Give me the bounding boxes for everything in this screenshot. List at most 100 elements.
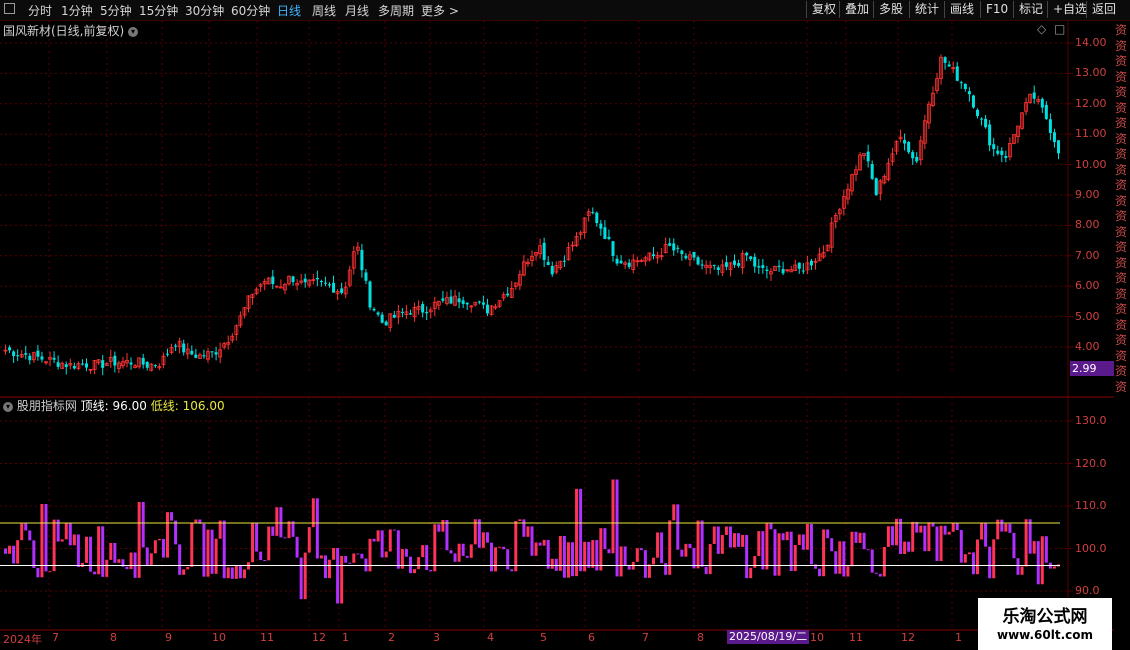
side-strip-char: 资 [1115, 116, 1128, 130]
osc-bar [769, 523, 773, 530]
period-1[interactable]: 1分钟 [61, 2, 93, 19]
candle-body [680, 250, 684, 255]
candle-body [757, 266, 761, 268]
toolbar-button-3[interactable]: 统计 [909, 1, 944, 18]
candle-body [947, 64, 951, 67]
top-line-value: 96.00 [112, 399, 147, 413]
period-6[interactable]: 日线 [277, 2, 301, 19]
osc-bar [295, 536, 299, 558]
osc-bar [660, 532, 664, 564]
osc-bar [498, 546, 502, 548]
osc-bar [959, 530, 963, 563]
date-label: 9 [165, 631, 172, 644]
date-label: 7 [52, 631, 59, 644]
osc-bar [546, 539, 550, 569]
side-strip-char: 资 [1115, 209, 1128, 223]
toolbar-button-0[interactable]: 复权 [806, 1, 841, 18]
candle-body [202, 355, 206, 357]
side-strip-char: 资 [1115, 54, 1128, 68]
side-strip-char: 资 [1115, 38, 1128, 53]
period-4[interactable]: 30分钟 [185, 2, 224, 19]
period-7[interactable]: 周线 [312, 2, 336, 19]
osc-bar [465, 555, 469, 558]
osc-bar [85, 536, 88, 563]
candle-body [749, 256, 753, 260]
period-2[interactable]: 5分钟 [100, 2, 132, 19]
diamond-icon[interactable]: ◇ [1037, 22, 1046, 36]
osc-bar [566, 542, 570, 578]
price-tick-label: 5.00 [1075, 309, 1100, 323]
osc-bar [319, 555, 323, 559]
osc-bar [287, 521, 291, 539]
osc-bar [1032, 541, 1036, 554]
osc-bar [8, 545, 12, 554]
osc-bar [210, 529, 214, 574]
layout-square-icon[interactable] [4, 3, 15, 14]
candle-body [1057, 140, 1060, 154]
minimize-icon[interactable]: □ [1054, 22, 1065, 36]
period-0[interactable]: 分时 [28, 2, 52, 19]
osc-bar [506, 549, 510, 570]
osc-bar [716, 526, 720, 554]
osc-bar [688, 543, 692, 549]
side-strip-char: 资 [1115, 333, 1128, 347]
date-label: 12 [901, 631, 915, 644]
osc-bar [870, 549, 874, 573]
toolbar-button-4[interactable]: 画线 [944, 1, 979, 18]
osc-bar [935, 526, 939, 562]
osc-bar [890, 526, 894, 546]
osc-bar [919, 525, 923, 533]
osc-bar [1028, 519, 1032, 554]
toolbar-button-5[interactable]: F10 [980, 1, 1013, 18]
candle-body [777, 265, 781, 268]
candle-body [955, 66, 959, 81]
toolbar-button-1[interactable]: 叠加 [839, 1, 874, 18]
cursor-date-tag: 2025/08/19/二 [727, 630, 810, 644]
candle-body [449, 296, 453, 304]
candle-body [16, 355, 20, 357]
osc-bar [676, 504, 680, 550]
osc-bar [518, 519, 522, 522]
osc-bar [234, 564, 238, 579]
osc-bar [652, 557, 655, 565]
osc-bar [170, 512, 174, 521]
osc-bar [834, 551, 838, 574]
osc-bar [275, 507, 279, 536]
toolbar-button-8[interactable]: 返回 [1086, 1, 1121, 18]
side-strip-char: 资 [1115, 23, 1128, 37]
osc-bar [886, 526, 890, 547]
candle-body [903, 140, 907, 144]
osc-bar [619, 546, 623, 577]
osc-bar [64, 523, 68, 540]
osc-bar [761, 531, 765, 570]
candle-body [971, 95, 975, 108]
side-strip-char: 资 [1115, 162, 1128, 177]
period-3[interactable]: 15分钟 [139, 2, 178, 19]
chevron-down-icon[interactable]: ▾ [128, 26, 139, 37]
period-9[interactable]: 多周期 [378, 2, 414, 19]
candle-body [809, 260, 813, 266]
osc-bar [190, 522, 194, 567]
price-tick-label: 12.00 [1075, 96, 1107, 110]
osc-bar [178, 544, 182, 575]
osc-bar [271, 526, 275, 536]
period-5[interactable]: 60分钟 [231, 2, 270, 19]
osc-bar [117, 559, 121, 563]
osc-bar [202, 523, 206, 577]
chevron-down-icon[interactable]: ▾ [3, 401, 13, 412]
toolbar-button-2[interactable]: 多股 [873, 1, 908, 18]
osc-bar [328, 559, 331, 579]
osc-bar [36, 567, 40, 578]
osc-bar [967, 552, 971, 555]
candle-body [372, 308, 376, 311]
osc-bar [194, 519, 198, 523]
candle-body [911, 152, 915, 159]
toolbar-button-6[interactable]: 标记 [1013, 1, 1048, 18]
period-10[interactable]: 更多 > [421, 2, 459, 19]
period-toolbar: 分时 1分钟 5分钟 15分钟 30分钟 60分钟 日线 周线 月线 多周期 更多 > 复权 叠加 多股… [0, 0, 1130, 21]
candle-body [278, 286, 283, 289]
period-8[interactable]: 月线 [345, 2, 369, 19]
osc-bar [704, 566, 708, 575]
low-line-label: 低线: [150, 399, 179, 413]
osc-bar [980, 522, 984, 540]
